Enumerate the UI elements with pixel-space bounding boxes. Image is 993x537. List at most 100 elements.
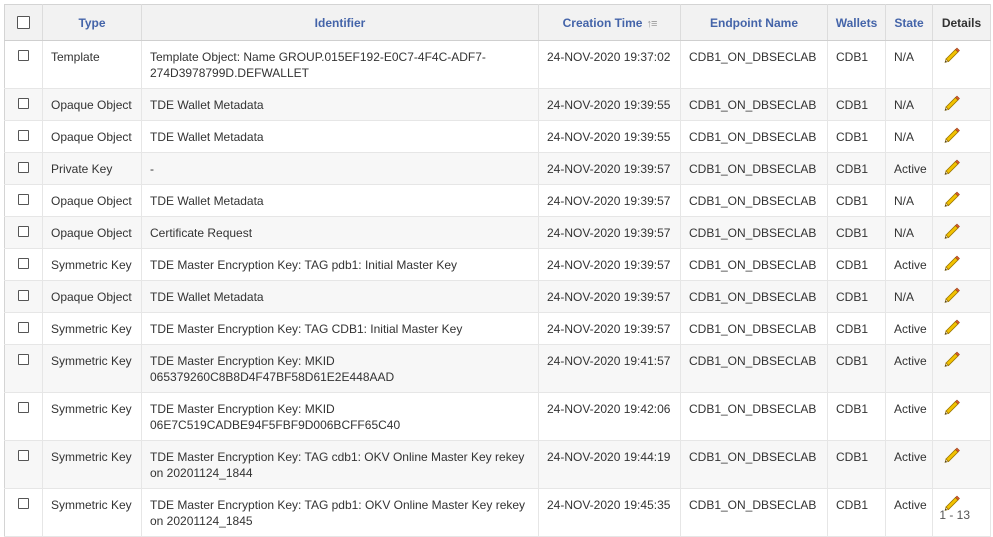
cell-wallets-text: CDB1: [836, 354, 869, 368]
cell-type-text: Opaque Object: [51, 98, 132, 112]
cell-state: Active: [885, 248, 933, 281]
cell-endpoint-name-text: CDB1_ON_DBSECLAB: [689, 162, 817, 176]
keys-table-container: Type Identifier Creation Time ↑≡ Endpoint…: [4, 4, 991, 537]
pencil-edit-icon[interactable]: [943, 286, 961, 304]
cell-state: Active: [885, 312, 933, 345]
cell-creation-time-text: 24-NOV-2020 19:44:19: [547, 450, 671, 464]
cell-identifier: Template Object: Name GROUP.015EF192-E0C…: [141, 40, 539, 89]
table-header-row: Type Identifier Creation Time ↑≡ Endpoint…: [4, 4, 991, 41]
table-row: Opaque Object TDE Wallet Metadata 24-NOV…: [4, 280, 991, 313]
row-checkbox[interactable]: [18, 98, 29, 109]
cell-identifier: TDE Master Encryption Key: MKID 06E7C519…: [141, 392, 539, 441]
cell-endpoint-name-text: CDB1_ON_DBSECLAB: [689, 402, 817, 416]
cell-creation-time-text: 24-NOV-2020 19:39:57: [547, 226, 671, 240]
row-checkbox[interactable]: [18, 194, 29, 205]
cell-creation-time: 24-NOV-2020 19:39:55: [538, 88, 681, 121]
cell-wallets-text: CDB1: [836, 130, 869, 144]
column-header-endpoint-name[interactable]: Endpoint Name: [680, 4, 828, 41]
column-header-wallets[interactable]: Wallets: [827, 4, 886, 41]
pencil-edit-icon[interactable]: [943, 446, 961, 464]
cell-state-text: Active: [894, 354, 927, 368]
row-checkbox[interactable]: [18, 162, 29, 173]
cell-details: [932, 248, 991, 281]
cell-type: Symmetric Key: [42, 344, 142, 393]
cell-state-text: N/A: [894, 130, 915, 144]
cell-creation-time-text: 24-NOV-2020 19:39:55: [547, 98, 671, 112]
cell-creation-time-text: 24-NOV-2020 19:39:57: [547, 322, 671, 336]
cell-type-text: Opaque Object: [51, 226, 132, 240]
cell-type-text: Template: [51, 50, 100, 64]
column-header-identifier[interactable]: Identifier: [141, 4, 539, 41]
table-row: Opaque Object Certificate Request 24-NOV…: [4, 216, 991, 249]
row-checkbox[interactable]: [18, 450, 29, 461]
cell-endpoint-name: CDB1_ON_DBSECLAB: [680, 344, 828, 393]
cell-wallets-text: CDB1: [836, 226, 869, 240]
cell-identifier-text: Template Object: Name GROUP.015EF192-E0C…: [150, 50, 486, 80]
row-checkbox[interactable]: [18, 258, 29, 269]
pencil-edit-icon[interactable]: [943, 126, 961, 144]
pagination-range: 1 - 13: [939, 508, 970, 522]
cell-endpoint-name-text: CDB1_ON_DBSECLAB: [689, 194, 817, 208]
row-checkbox[interactable]: [18, 402, 29, 413]
table-row: Symmetric Key TDE Master Encryption Key:…: [4, 344, 991, 393]
cell-identifier: Certificate Request: [141, 216, 539, 249]
cell-state: N/A: [885, 40, 933, 89]
cell-state-text: Active: [894, 258, 927, 272]
cell-details: [932, 120, 991, 153]
row-checkbox[interactable]: [18, 50, 29, 61]
select-all-checkbox[interactable]: [17, 15, 30, 29]
pencil-edit-icon[interactable]: [943, 350, 961, 368]
row-select-cell: [4, 120, 43, 153]
row-select-cell: [4, 312, 43, 345]
sort-ascending-icon[interactable]: ↑≡: [646, 18, 657, 30]
cell-wallets: CDB1: [827, 280, 886, 313]
table-row: Template Template Object: Name GROUP.015…: [4, 40, 991, 89]
pencil-edit-icon[interactable]: [943, 254, 961, 272]
cell-identifier: -: [141, 152, 539, 185]
cell-identifier: TDE Master Encryption Key: TAG cdb1: OKV…: [141, 440, 539, 489]
cell-wallets: CDB1: [827, 312, 886, 345]
cell-wallets-text: CDB1: [836, 162, 869, 176]
cell-type-text: Opaque Object: [51, 194, 132, 208]
cell-type: Template: [42, 40, 142, 89]
cell-state-text: Active: [894, 402, 927, 416]
cell-endpoint-name-text: CDB1_ON_DBSECLAB: [689, 98, 817, 112]
pencil-edit-icon[interactable]: [943, 398, 961, 416]
column-header-state[interactable]: State: [885, 4, 933, 41]
row-checkbox[interactable]: [18, 290, 29, 301]
cell-creation-time: 24-NOV-2020 19:39:57: [538, 152, 681, 185]
pencil-edit-icon[interactable]: [943, 46, 961, 64]
cell-type-text: Private Key: [51, 162, 113, 176]
cell-type: Opaque Object: [42, 184, 142, 217]
row-checkbox[interactable]: [18, 354, 29, 365]
cell-creation-time-text: 24-NOV-2020 19:39:55: [547, 130, 671, 144]
row-checkbox[interactable]: [18, 226, 29, 237]
pencil-edit-icon[interactable]: [943, 222, 961, 240]
cell-wallets-text: CDB1: [836, 450, 869, 464]
cell-identifier: TDE Wallet Metadata: [141, 280, 539, 313]
row-checkbox[interactable]: [18, 130, 29, 141]
cell-type: Symmetric Key: [42, 392, 142, 441]
cell-type-text: Symmetric Key: [51, 258, 132, 272]
cell-wallets: CDB1: [827, 216, 886, 249]
cell-type-text: Symmetric Key: [51, 354, 132, 368]
cell-state: N/A: [885, 184, 933, 217]
cell-details: [932, 280, 991, 313]
cell-endpoint-name: CDB1_ON_DBSECLAB: [680, 152, 828, 185]
cell-wallets: CDB1: [827, 184, 886, 217]
pencil-edit-icon[interactable]: [943, 318, 961, 336]
cell-identifier-text: TDE Master Encryption Key: TAG cdb1: OKV…: [150, 450, 525, 480]
cell-wallets: CDB1: [827, 40, 886, 89]
column-header-creation-time[interactable]: Creation Time ↑≡: [538, 4, 681, 41]
cell-endpoint-name-text: CDB1_ON_DBSECLAB: [689, 290, 817, 304]
cell-state-text: N/A: [894, 98, 915, 112]
pencil-edit-icon[interactable]: [943, 190, 961, 208]
cell-endpoint-name: CDB1_ON_DBSECLAB: [680, 248, 828, 281]
cell-details: [932, 312, 991, 345]
pencil-edit-icon[interactable]: [943, 158, 961, 176]
column-header-type[interactable]: Type: [42, 4, 142, 41]
pencil-edit-icon[interactable]: [943, 94, 961, 112]
row-checkbox[interactable]: [18, 322, 29, 333]
table-row: Symmetric Key TDE Master Encryption Key:…: [4, 440, 991, 489]
row-select-cell: [4, 248, 43, 281]
